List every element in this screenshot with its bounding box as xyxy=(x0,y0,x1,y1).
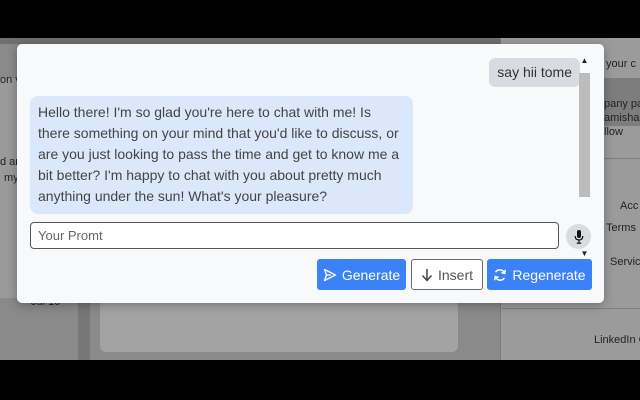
generate-button-label: Generate xyxy=(341,266,401,283)
scrollbar-thumb[interactable] xyxy=(579,73,590,197)
regenerate-button-label: Regenerate xyxy=(512,266,586,283)
insert-button-label: Insert xyxy=(437,266,473,283)
send-icon xyxy=(323,268,336,281)
insert-button[interactable]: Insert xyxy=(411,259,483,290)
background-text: pany pa xyxy=(604,98,640,110)
generate-button[interactable]: Generate xyxy=(317,259,406,290)
background-text: Acc xyxy=(620,200,639,212)
background-text: llow xyxy=(604,126,623,138)
background-text: amisha & xyxy=(604,112,640,124)
scroll-up-arrow-icon[interactable]: ▲ xyxy=(580,56,589,65)
assistant-message: Hello there! I'm so glad you're here to … xyxy=(30,96,413,214)
background-text: your c xyxy=(606,58,636,70)
mic-button[interactable] xyxy=(566,224,591,249)
scroll-down-arrow-icon[interactable]: ▼ xyxy=(578,249,591,258)
sync-icon xyxy=(494,268,507,281)
background-text: Terms xyxy=(606,222,636,234)
prompt-input[interactable] xyxy=(30,222,559,249)
microphone-icon xyxy=(574,229,583,244)
user-message: say hii tome xyxy=(489,58,580,87)
background-text: Servic xyxy=(610,256,640,268)
chat-modal: say hii tome Hello there! I'm so glad yo… xyxy=(17,44,604,303)
chat-scrollbar[interactable]: ▲ xyxy=(578,56,591,198)
arrow-down-icon xyxy=(421,268,433,282)
regenerate-button[interactable]: Regenerate xyxy=(487,259,592,290)
background-card xyxy=(100,300,458,352)
background-divider xyxy=(502,308,640,309)
background-text: LinkedIn C xyxy=(594,334,640,346)
